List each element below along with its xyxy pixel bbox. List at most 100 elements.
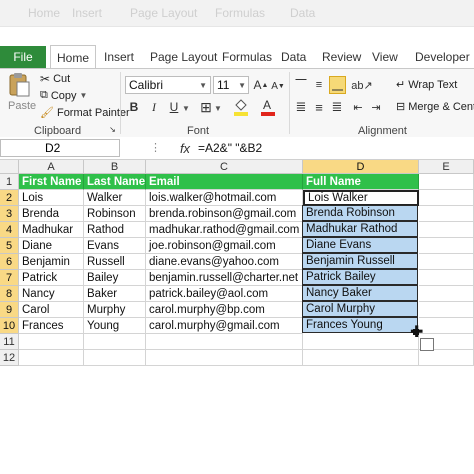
table-cell[interactable]: brenda.robinson@gmail.com [146,206,303,222]
selected-cell[interactable]: Benjamin Russell [302,253,418,269]
table-cell[interactable]: Rathod [84,222,146,238]
table-cell[interactable]: carol.murphy@bp.com [146,302,303,318]
selected-cell[interactable]: Frances Young [302,317,418,333]
row-header-2[interactable]: 2 [0,190,19,206]
selected-cell[interactable]: Carol Murphy [302,301,418,317]
selected-cell[interactable]: Nancy Baker [302,285,418,301]
table-cell[interactable]: Young [84,318,146,334]
decrease-indent-icon[interactable]: ⇤ [350,99,366,115]
selected-cell[interactable]: Diane Evans [302,237,418,253]
table-cell[interactable]: Walker [84,190,146,206]
cell[interactable] [146,334,303,350]
selected-cell[interactable]: Madhukar Rathod [302,221,418,237]
merge-center-button[interactable]: ⊟ Merge & Cente [396,100,474,114]
table-cell[interactable]: Lois [19,190,84,206]
cell[interactable] [419,206,474,222]
table-cell[interactable]: Russell [84,254,146,270]
tab-review[interactable]: Review [322,46,361,68]
table-cell[interactable]: Carol [19,302,84,318]
column-header-d[interactable]: D [303,160,419,174]
cut-button[interactable]: ✂ Cut [40,72,70,86]
column-header-a[interactable]: A [19,160,84,174]
row-header-12[interactable]: 12 [0,350,19,366]
orientation-icon[interactable]: ab↗ [350,77,374,93]
increase-font-icon[interactable]: A ▲ [253,76,269,94]
table-cell[interactable]: Diane [19,238,84,254]
tab-insert[interactable]: Insert [104,46,134,68]
cell[interactable] [303,334,419,350]
underline-button[interactable]: U [166,99,182,115]
row-header-10[interactable]: 10 [0,318,19,334]
font-name-dropdown[interactable]: Calibri ▼ [125,76,211,94]
cell[interactable] [19,334,84,350]
copy-button[interactable]: ⧉ Copy ▼ [40,89,87,102]
active-cell[interactable]: Lois Walker [303,190,419,206]
cell[interactable] [419,286,474,302]
select-all-corner[interactable] [0,160,19,174]
cell[interactable] [419,318,474,334]
cell[interactable] [84,350,146,366]
cell[interactable] [84,334,146,350]
table-cell[interactable]: lois.walker@hotmail.com [146,190,303,206]
fill-color-icon[interactable] [232,97,250,117]
cell[interactable] [419,190,474,206]
row-header-9[interactable]: 9 [0,302,19,318]
table-cell[interactable]: Benjamin [19,254,84,270]
tab-formulas[interactable]: Formulas [222,46,272,68]
align-center-icon[interactable]: ≡ [311,99,327,115]
table-cell[interactable]: Bailey [84,270,146,286]
insert-function-button[interactable]: fx [176,139,194,157]
paste-button[interactable] [6,72,32,98]
table-cell[interactable]: Nancy [19,286,84,302]
row-header-1[interactable]: 1 [0,174,19,190]
selected-cell[interactable]: Brenda Robinson [302,205,418,221]
cell[interactable] [419,174,474,190]
column-header-b[interactable]: B [84,160,146,174]
table-cell[interactable]: Robinson [84,206,146,222]
header-cell[interactable]: Full Name [303,174,419,190]
table-cell[interactable]: benjamin.russell@charter.net [146,270,303,286]
cell[interactable] [419,222,474,238]
table-cell[interactable]: patrick.bailey@aol.com [146,286,303,302]
format-painter-button[interactable]: 🖌 Format Painter [40,106,130,120]
table-cell[interactable]: madhukar.rathod@gmail.com [146,222,303,238]
header-cell[interactable]: First Name [19,174,84,190]
align-top-icon[interactable]: ⎺ [293,77,309,93]
header-cell[interactable]: Email [146,174,303,190]
cell[interactable] [419,302,474,318]
tab-view[interactable]: View [372,46,398,68]
table-cell[interactable]: joe.robinson@gmail.com [146,238,303,254]
chevron-down-icon[interactable]: ▼ [214,101,222,115]
table-cell[interactable]: Madhukar [19,222,84,238]
header-cell[interactable]: Last Name [84,174,146,190]
cell[interactable] [419,350,474,366]
table-cell[interactable]: Frances [19,318,84,334]
table-cell[interactable]: Baker [84,286,146,302]
increase-indent-icon[interactable]: ⇥ [368,99,384,115]
row-header-5[interactable]: 5 [0,238,19,254]
font-size-dropdown[interactable]: 11 ▼ [213,76,249,94]
formula-input[interactable]: =A2&" "&B2 [198,139,474,157]
cell[interactable] [19,350,84,366]
tab-page-layout[interactable]: Page Layout [150,46,217,68]
tab-file[interactable]: File [0,46,46,68]
table-cell[interactable]: carol.murphy@gmail.com [146,318,303,334]
table-cell[interactable]: Murphy [84,302,146,318]
tab-data[interactable]: Data [281,46,306,68]
table-cell[interactable]: Patrick [19,270,84,286]
column-header-e[interactable]: E [419,160,474,174]
align-middle-icon[interactable]: ≡ [311,77,327,93]
row-header-8[interactable]: 8 [0,286,19,302]
table-cell[interactable]: Evans [84,238,146,254]
decrease-font-icon[interactable]: A ▼ [271,78,285,94]
tab-developer[interactable]: Developer [415,46,470,68]
borders-icon[interactable]: ⊞ [198,99,214,115]
chevron-down-icon[interactable]: ▼ [182,101,190,115]
cell[interactable] [303,350,419,366]
column-header-c[interactable]: C [146,160,303,174]
align-bottom-icon[interactable]: ⎽ [329,76,346,94]
cell[interactable] [146,350,303,366]
tab-home[interactable]: Home [50,45,96,70]
autofill-options-icon[interactable] [420,338,434,351]
table-cell[interactable]: diane.evans@yahoo.com [146,254,303,270]
